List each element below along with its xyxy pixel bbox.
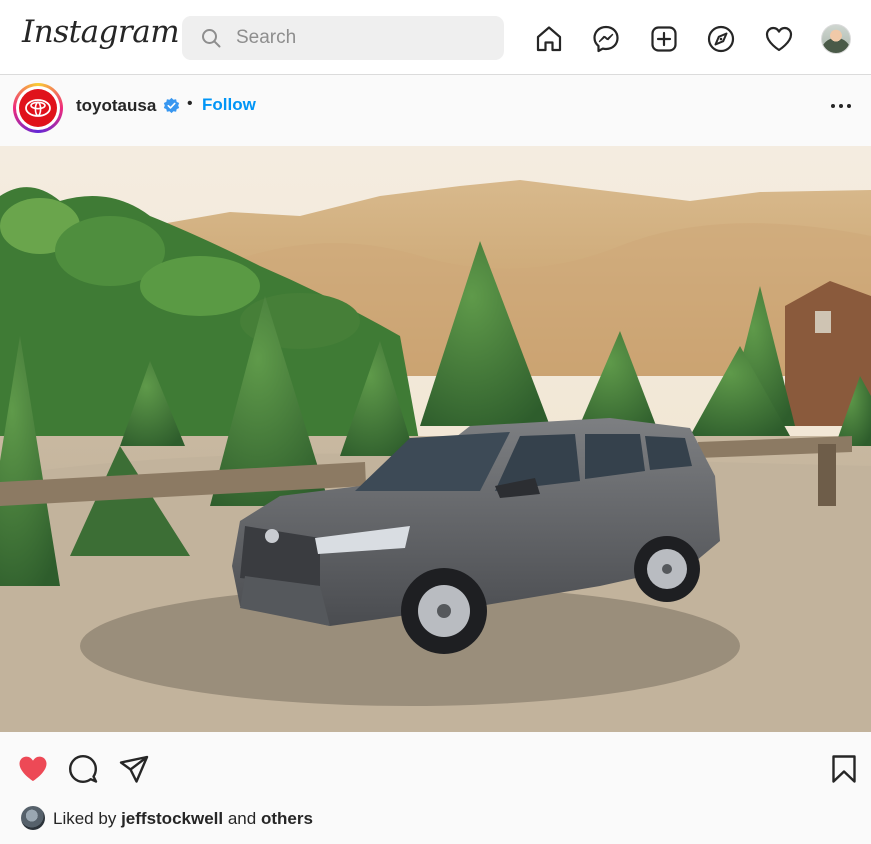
search-input[interactable] [236, 16, 486, 60]
comment-icon[interactable] [67, 753, 99, 785]
toyota-logo [19, 89, 57, 127]
activity-heart-icon[interactable] [764, 24, 794, 54]
toyota-emblem-icon [25, 99, 51, 117]
save-bookmark-icon[interactable] [828, 753, 860, 785]
new-post-icon[interactable] [649, 24, 679, 54]
post-username[interactable]: toyotausa [76, 96, 156, 116]
post-header: toyotausa • Follow [0, 76, 871, 146]
liked-by-others-link[interactable]: others [261, 809, 313, 828]
explore-icon[interactable] [706, 24, 736, 54]
more-options-icon[interactable] [829, 98, 853, 114]
verified-badge-icon [163, 97, 180, 114]
liked-by-prefix: Liked by [53, 809, 117, 828]
liked-by-user-link[interactable]: jeffstockwell [121, 809, 223, 828]
messenger-icon[interactable] [591, 24, 621, 54]
like-heart-icon[interactable] [17, 753, 49, 785]
account-avatar[interactable] [13, 83, 63, 133]
liked-by-and: and [227, 809, 257, 828]
liked-by-text: Liked by jeffstockwell and others [53, 809, 313, 829]
instagram-logo[interactable]: Instagram [22, 14, 180, 50]
post-image[interactable] [0, 146, 871, 732]
home-icon[interactable] [534, 24, 564, 54]
top-navigation-bar: Instagram [0, 0, 871, 75]
profile-avatar[interactable] [821, 24, 851, 54]
search-icon [202, 29, 221, 48]
liker-avatar[interactable] [21, 806, 45, 830]
separator-dot: • [187, 95, 193, 112]
follow-button[interactable]: Follow [202, 95, 256, 115]
search-box[interactable] [182, 16, 504, 60]
avatar-ring-gap [16, 86, 60, 130]
share-icon[interactable] [118, 753, 150, 785]
